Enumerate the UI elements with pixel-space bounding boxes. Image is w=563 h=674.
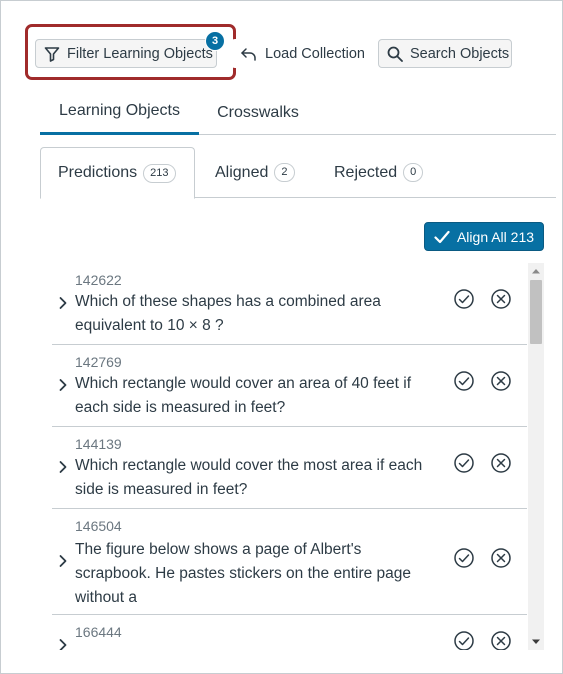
chevron-right-icon[interactable] xyxy=(58,460,68,474)
load-collection-button[interactable]: Load Collection xyxy=(231,39,367,68)
item-id: 146504 xyxy=(75,518,122,534)
check-icon xyxy=(434,230,450,243)
list-item: 142769 Which rectangle would cover an ar… xyxy=(52,345,527,427)
item-text-line: Which rectangle would cover the most are… xyxy=(75,457,423,474)
item-text: Which rectangle would cover the most are… xyxy=(75,454,430,502)
item-text: The figure below shows a page of Albert'… xyxy=(75,538,430,610)
item-text-line: side is measured in feet? xyxy=(75,481,248,498)
list-item: 142622 Which of these shapes has a combi… xyxy=(52,263,527,345)
item-id: 166444 xyxy=(75,624,122,640)
item-text-line: Which rectangle would cover an area of 4… xyxy=(75,375,412,392)
item-id: 142769 xyxy=(75,354,122,370)
check-circle-icon[interactable] xyxy=(453,547,475,569)
item-text-line: without a xyxy=(75,589,138,606)
tab-aligned[interactable]: Aligned 2 xyxy=(198,147,312,198)
chevron-right-icon[interactable] xyxy=(58,638,68,650)
scroll-up-arrow-icon[interactable] xyxy=(528,263,544,279)
x-circle-icon[interactable] xyxy=(490,547,512,569)
tab-predictions[interactable]: Predictions 213 xyxy=(40,147,195,199)
item-text: Which rectangle would cover an area of 4… xyxy=(75,372,430,420)
tab-rejected-label: Rejected xyxy=(334,163,398,181)
check-circle-icon[interactable] xyxy=(453,370,475,392)
load-button-label: Load Collection xyxy=(265,45,365,62)
align-all-label: Align All 213 xyxy=(456,228,535,245)
x-circle-icon[interactable] xyxy=(490,452,512,474)
tab-aligned-label: Aligned xyxy=(215,163,269,181)
undo-arrow-icon xyxy=(241,47,256,61)
list-item: 144139 Which rectangle would cover the m… xyxy=(52,427,527,509)
search-icon xyxy=(387,46,403,62)
item-text-line: Which of these shapes has a combined are… xyxy=(75,293,381,310)
rejected-count-badge: 0 xyxy=(403,163,424,182)
item-text-line: The figure below shows a page of Albert'… xyxy=(75,541,362,558)
item-id: 144139 xyxy=(75,436,122,452)
list-item: 166444 xyxy=(52,615,527,650)
predictions-count-badge: 213 xyxy=(143,163,176,183)
search-button-label: Search Objects xyxy=(410,45,510,62)
filter-count-badge: 3 xyxy=(205,31,225,51)
search-objects-button[interactable]: Search Objects xyxy=(378,39,512,68)
chevron-right-icon[interactable] xyxy=(58,296,68,310)
item-text: Which of these shapes has a combined are… xyxy=(75,290,430,338)
item-text-line: each side is measured in feet? xyxy=(75,399,286,416)
tab-learning-objects-label: Learning Objects xyxy=(59,102,180,119)
item-text-line: scrapbook. He pastes stickers on the ent… xyxy=(75,565,412,582)
check-circle-icon[interactable] xyxy=(453,630,475,650)
item-id: 142622 xyxy=(75,272,122,288)
learning-object-list: 142622 Which of these shapes has a combi… xyxy=(52,263,527,650)
tab-crosswalks-label: Crosswalks xyxy=(217,103,299,121)
x-circle-icon[interactable] xyxy=(490,288,512,310)
secondary-tab-bar: Predictions 213 Aligned 2 Rejected 0 xyxy=(40,147,556,199)
check-circle-icon[interactable] xyxy=(453,452,475,474)
check-circle-icon[interactable] xyxy=(453,288,475,310)
chevron-right-icon[interactable] xyxy=(58,378,68,392)
x-circle-icon[interactable] xyxy=(490,370,512,392)
tab-crosswalks[interactable]: Crosswalks xyxy=(202,90,314,135)
item-text-line: equivalent to 10 × 8 ? xyxy=(75,317,224,334)
x-circle-icon[interactable] xyxy=(490,630,512,650)
aligned-count-badge: 2 xyxy=(274,163,295,182)
scrollbar-thumb[interactable] xyxy=(530,280,542,344)
tab-learning-objects[interactable]: Learning Objects xyxy=(40,90,199,135)
align-all-button[interactable]: Align All 213 xyxy=(424,222,544,251)
primary-tab-bar: Learning Objects Crosswalks xyxy=(40,90,556,135)
tab-predictions-label: Predictions xyxy=(58,164,138,181)
filter-highlight-outline xyxy=(25,24,236,80)
scroll-down-arrow-icon[interactable] xyxy=(528,634,544,650)
list-scrollbar[interactable] xyxy=(528,263,544,650)
chevron-right-icon[interactable] xyxy=(58,554,68,568)
tab-rejected[interactable]: Rejected 0 xyxy=(317,147,440,198)
list-item: 146504 The figure below shows a page of … xyxy=(52,509,527,615)
app-panel: Filter Learning Objects 3 Load Collectio… xyxy=(0,0,563,674)
